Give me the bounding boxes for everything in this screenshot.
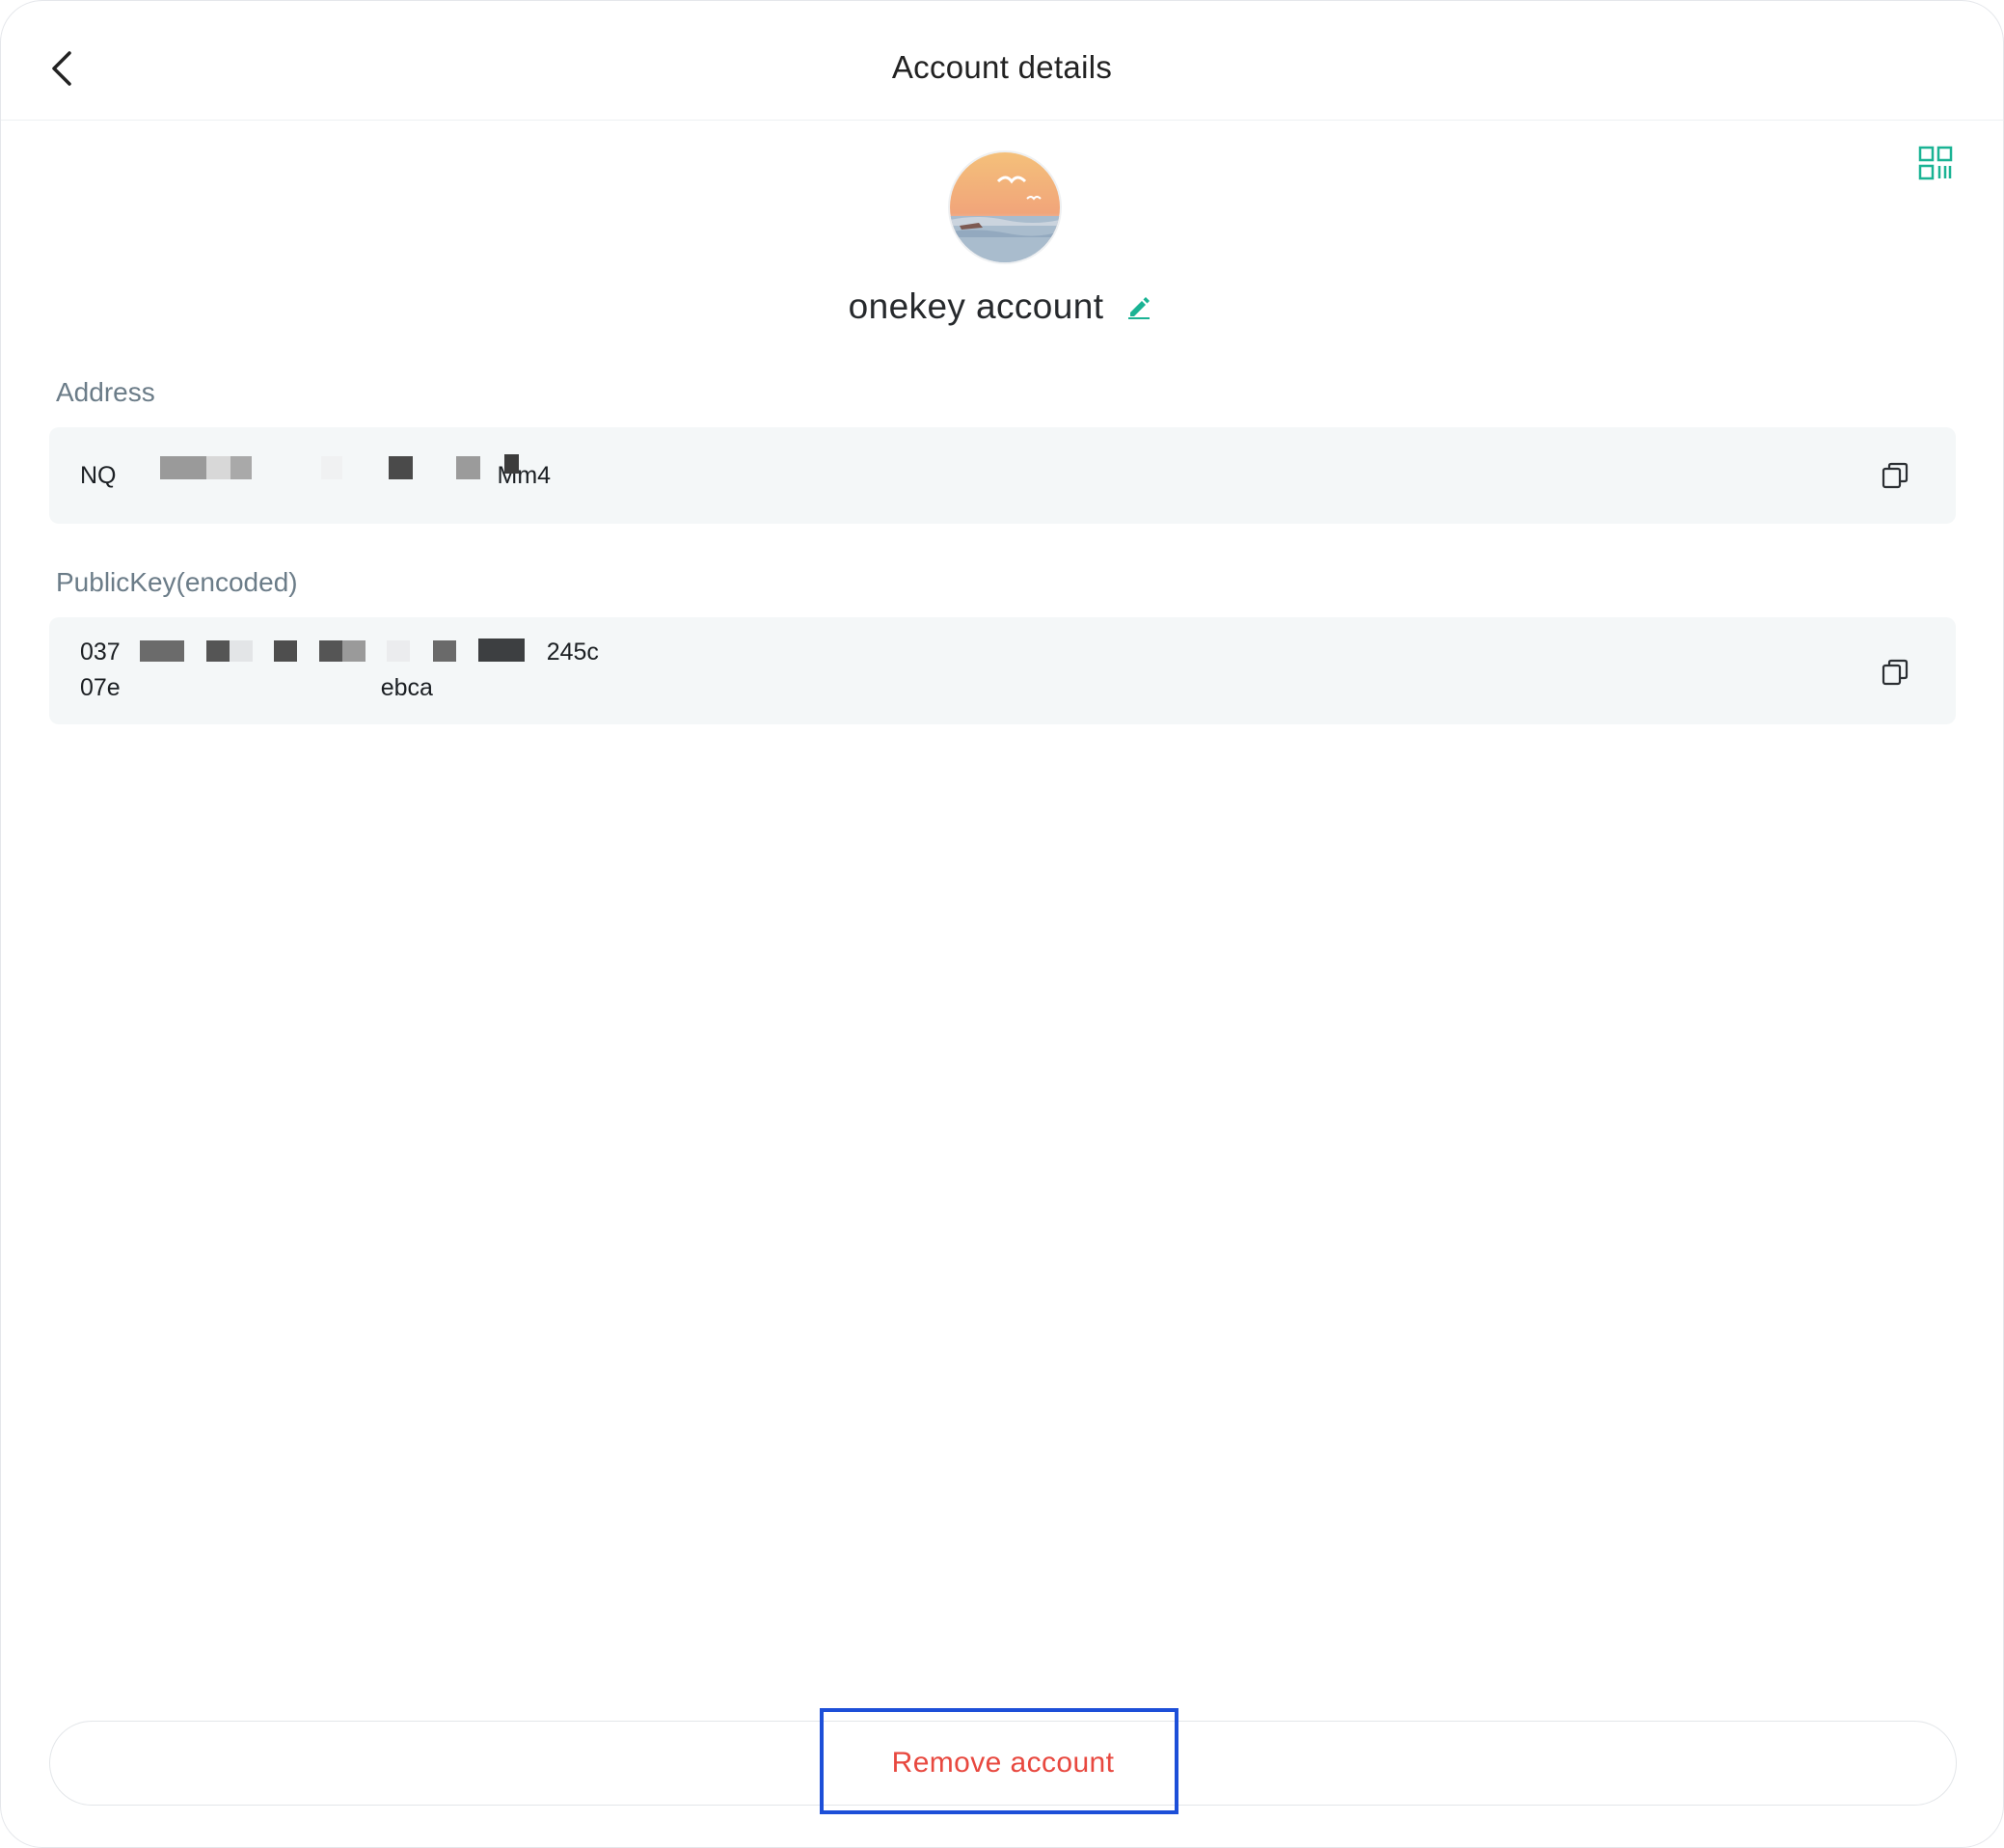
redaction-block — [387, 640, 410, 662]
account-name: onekey account — [848, 286, 1104, 326]
redaction-block — [230, 456, 252, 479]
redaction-block — [206, 640, 230, 662]
redaction-block — [478, 639, 525, 662]
public-key-line2-prefix: 07e — [80, 674, 121, 701]
public-key-line2-suffix: ebca — [380, 674, 433, 701]
redaction-block — [456, 456, 480, 479]
copy-public-key-button[interactable] — [1881, 658, 1909, 687]
public-key-line1-suffix: 245c — [546, 639, 599, 666]
qr-code-button[interactable] — [1918, 146, 1957, 184]
redaction-block — [274, 640, 297, 662]
redaction-block — [140, 640, 184, 662]
address-prefix: NQ — [80, 462, 117, 489]
redaction-block — [321, 456, 342, 479]
account-name-row: onekey account — [1, 286, 2003, 327]
avatar — [948, 150, 1062, 264]
copy-icon — [1882, 659, 1909, 686]
public-key-field: 037 245c 07e ebca — [49, 617, 1956, 724]
redaction-block — [389, 456, 413, 479]
redaction-block — [230, 640, 253, 662]
sunset-seagull-avatar — [950, 152, 1060, 262]
copy-icon — [1882, 462, 1909, 489]
redaction-block — [342, 640, 366, 662]
redaction-block — [504, 454, 519, 474]
edit-name-button[interactable] — [1124, 291, 1155, 322]
redaction-block — [433, 640, 456, 662]
copy-address-button[interactable] — [1881, 461, 1909, 490]
qr-code-icon — [1918, 146, 1953, 180]
pencil-icon — [1128, 297, 1151, 319]
redaction-block — [319, 640, 342, 662]
address-field: NQ Mm4 — [49, 427, 1956, 524]
redaction-block — [206, 456, 230, 479]
account-details-page: Account details onekey account Address N… — [0, 0, 2004, 1848]
header-bar: Account details — [1, 1, 2003, 121]
redaction-block — [160, 456, 206, 479]
highlight-box — [820, 1708, 1178, 1814]
public-key-line2[interactable]: 07e ebca — [80, 670, 433, 705]
public-key-line1-prefix: 037 — [80, 639, 121, 666]
address-label: Address — [56, 377, 155, 407]
public-key-label: PublicKey(encoded) — [56, 567, 298, 597]
page-title: Account details — [891, 49, 1113, 85]
